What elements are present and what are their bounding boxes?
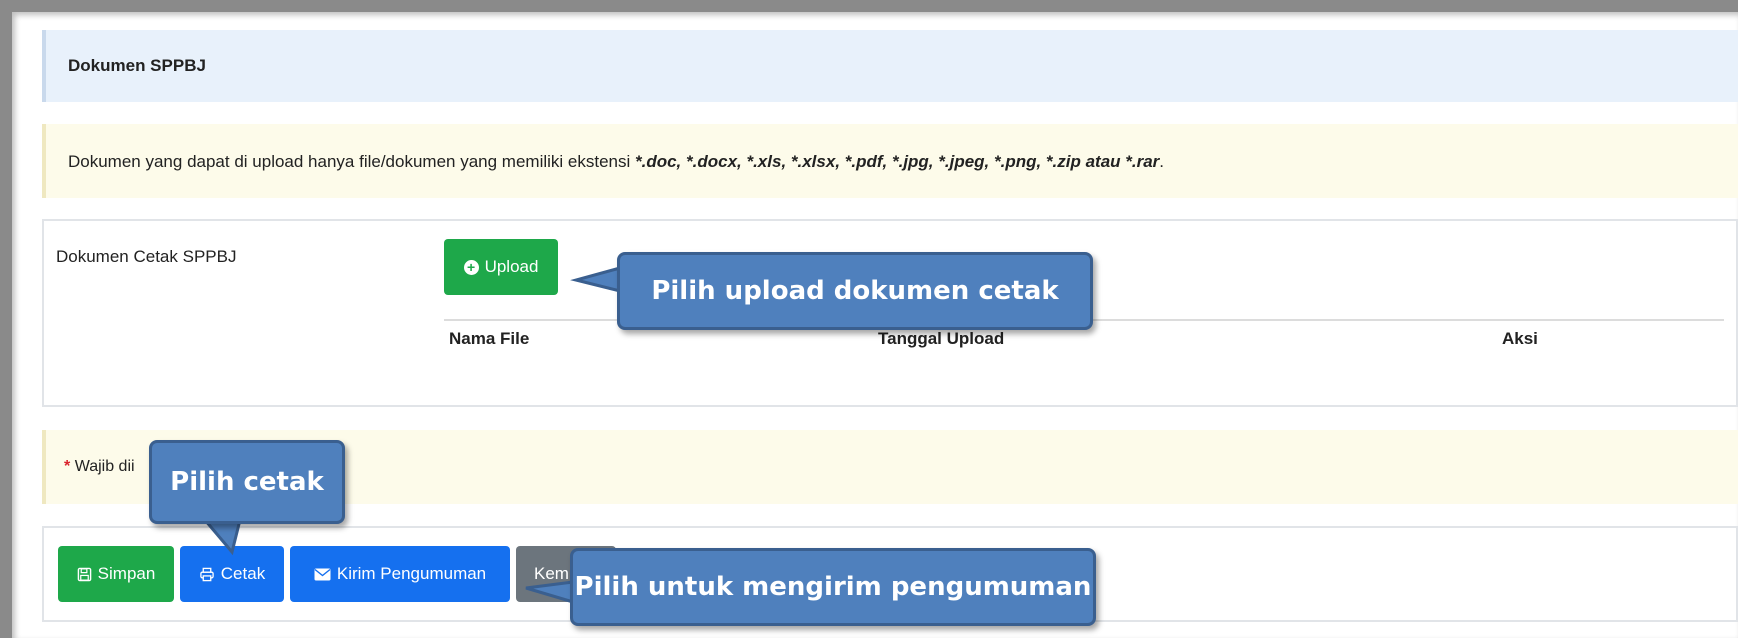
upload-notice: Dokumen yang dapat di upload hanya file/… <box>42 124 1738 198</box>
column-header-tanggal-upload: Tanggal Upload <box>878 329 1005 348</box>
kirim-pengumuman-button[interactable]: Kirim Pengumuman <box>290 546 510 602</box>
upload-button-label: Upload <box>484 257 539 276</box>
required-star: * <box>64 458 71 475</box>
upload-button[interactable]: + Upload <box>444 239 558 295</box>
notice-text: Dokumen yang dapat di upload hanya file/… <box>68 152 1164 172</box>
printer-icon <box>200 567 214 581</box>
notice-prefix: Dokumen yang dapat di upload hanya file/… <box>68 152 635 171</box>
kembali-label: Keml <box>534 564 573 583</box>
callout-cetak: Pilih cetak <box>149 440 345 524</box>
column-header-aksi: Aksi <box>1502 329 1538 348</box>
callout-upload: Pilih upload dokumen cetak <box>617 252 1093 330</box>
envelope-icon <box>314 568 331 580</box>
plus-circle-icon: + <box>463 259 479 275</box>
cetak-button[interactable]: Cetak <box>180 546 284 602</box>
simpan-label: Simpan <box>97 564 156 583</box>
notice-extensions: *.doc, *.docx, *.xls, *.xlsx, *.pdf, *.j… <box>635 152 1160 171</box>
floppy-disk-icon <box>77 567 91 581</box>
required-label: Wajib dii <box>74 458 135 475</box>
simpan-button[interactable]: Simpan <box>58 546 174 602</box>
section-header: Dokumen SPPBJ <box>42 30 1738 102</box>
document-label: Dokumen Cetak SPPBJ <box>56 247 237 266</box>
required-text: * Wajib dii <box>64 458 135 476</box>
column-header-nama-file: Nama File <box>449 329 530 348</box>
cetak-label: Cetak <box>220 564 266 583</box>
section-title: Dokumen SPPBJ <box>68 56 206 75</box>
callout-kirim: Pilih untuk mengirim pengumuman <box>570 548 1096 626</box>
kirim-label: Kirim Pengumuman <box>336 564 487 583</box>
notice-suffix: . <box>1159 152 1165 171</box>
